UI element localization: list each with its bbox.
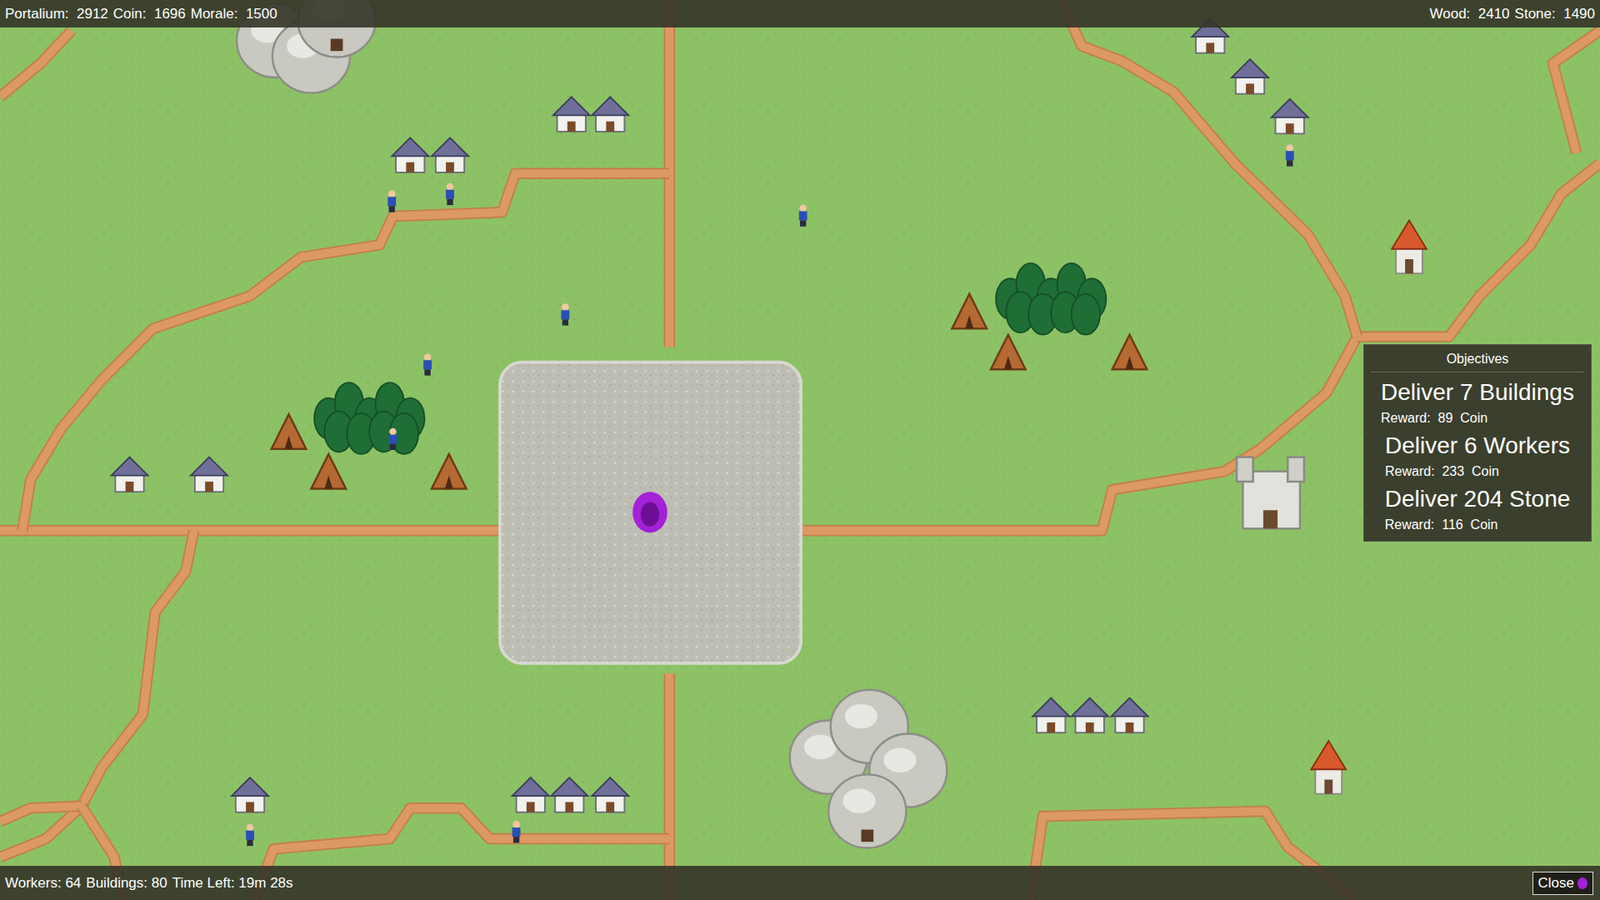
grass — [0, 0, 1600, 900]
worker[interactable] — [560, 303, 570, 325]
house[interactable] — [1032, 698, 1070, 734]
stat: Buildings: 80 — [85, 875, 167, 892]
resource: Coin: 1696 — [113, 5, 186, 23]
resource-bar: Portalium: 2912Coin: 1696Morale: 1500 Wo… — [0, 0, 1600, 28]
stats: Workers: 64Buildings: 80 Time Left: 19m 2… — [5, 875, 294, 892]
road — [0, 805, 82, 821]
primary-resources: Portalium: 2912Coin: 1696Morale: 1500 — [5, 5, 278, 23]
road-edge — [800, 336, 1357, 531]
stat: Time Left: 19m 28s — [172, 875, 294, 892]
house[interactable] — [431, 137, 469, 173]
close-label: Close — [1538, 875, 1575, 892]
road-edge — [0, 530, 195, 858]
tent[interactable] — [951, 294, 987, 330]
worker[interactable] — [799, 205, 808, 227]
tent[interactable] — [1112, 335, 1148, 370]
materials: Wood: 2410 Stone: 1490 — [1429, 5, 1595, 23]
worker[interactable] — [387, 190, 396, 212]
world-map[interactable] — [0, 0, 1600, 900]
road — [1060, 0, 1357, 337]
status-bar: Workers: 64Buildings: 80 Time Left: 19m 2… — [0, 865, 1600, 900]
objective: Deliver 204 Stone Reward: 116 Coin — [1385, 485, 1571, 533]
house[interactable] — [190, 457, 228, 493]
objective-goal: Deliver 204 Stone — [1385, 485, 1571, 513]
house[interactable] — [550, 777, 588, 813]
objective-reward: Reward: 233 Coin — [1385, 464, 1500, 480]
worker[interactable] — [445, 183, 455, 205]
objective: Deliver 6 Workers Reward: 233 Coin — [1385, 432, 1570, 480]
road-edge — [1357, 163, 1600, 337]
road — [1553, 30, 1600, 154]
house[interactable] — [1231, 59, 1269, 95]
objectives-panel: Objectives Deliver 7 Buildings Reward: 8… — [1363, 344, 1592, 542]
close-button[interactable]: Close — [1532, 871, 1594, 895]
worker[interactable] — [423, 353, 432, 375]
resource: Wood: 2410 — [1429, 5, 1510, 23]
castle[interactable] — [1236, 457, 1305, 530]
house[interactable] — [591, 96, 629, 132]
objective-goal: Deliver 7 Buildings — [1380, 379, 1575, 406]
objective-goal: Deliver 6 Workers — [1385, 432, 1570, 460]
house[interactable] — [512, 777, 550, 813]
house[interactable] — [591, 777, 629, 813]
forest[interactable] — [995, 263, 1106, 335]
road — [800, 336, 1357, 531]
road-edge — [1553, 30, 1600, 154]
objective-reward: Reward: 89 Coin — [1380, 410, 1488, 426]
worker[interactable] — [512, 820, 521, 843]
resource: Portalium: 2912 — [5, 5, 109, 23]
portal[interactable] — [632, 491, 668, 533]
objective-reward: Reward: 116 Coin — [1385, 517, 1499, 533]
objectives-title: Objectives — [1370, 351, 1585, 373]
plaza — [500, 362, 801, 664]
tower[interactable] — [1391, 220, 1427, 274]
tent[interactable] — [431, 454, 467, 490]
house[interactable] — [1271, 99, 1309, 135]
tent[interactable] — [310, 454, 346, 490]
stat: Workers: 64 — [5, 875, 81, 892]
rock-mountain[interactable] — [790, 690, 948, 849]
house[interactable] — [110, 457, 148, 493]
road — [0, 30, 72, 98]
road — [0, 530, 195, 858]
worker[interactable] — [245, 824, 255, 846]
house[interactable] — [231, 777, 269, 813]
objective: Deliver 7 Buildings Reward: 89 Coin — [1380, 379, 1575, 426]
resource: Stone: 1490 — [1515, 5, 1595, 23]
road-edge — [0, 30, 72, 98]
portal-icon — [1577, 877, 1588, 890]
house[interactable] — [553, 96, 590, 132]
house[interactable] — [391, 137, 429, 173]
tower[interactable] — [1310, 740, 1346, 795]
house[interactable] — [1071, 698, 1109, 734]
tent[interactable] — [271, 414, 307, 450]
house[interactable] — [1110, 698, 1148, 734]
road-edge — [1060, 0, 1357, 337]
worker[interactable] — [1285, 144, 1295, 166]
road-edge — [0, 805, 82, 821]
road-edge — [0, 525, 500, 536]
road — [1357, 163, 1600, 337]
forest[interactable] — [314, 382, 425, 455]
resource: Morale: 1500 — [190, 5, 278, 23]
road — [0, 526, 500, 535]
worker[interactable] — [389, 428, 398, 450]
tent[interactable] — [990, 335, 1026, 370]
game-screen: Portalium: 2912Coin: 1696Morale: 1500 Wo… — [0, 0, 1600, 900]
